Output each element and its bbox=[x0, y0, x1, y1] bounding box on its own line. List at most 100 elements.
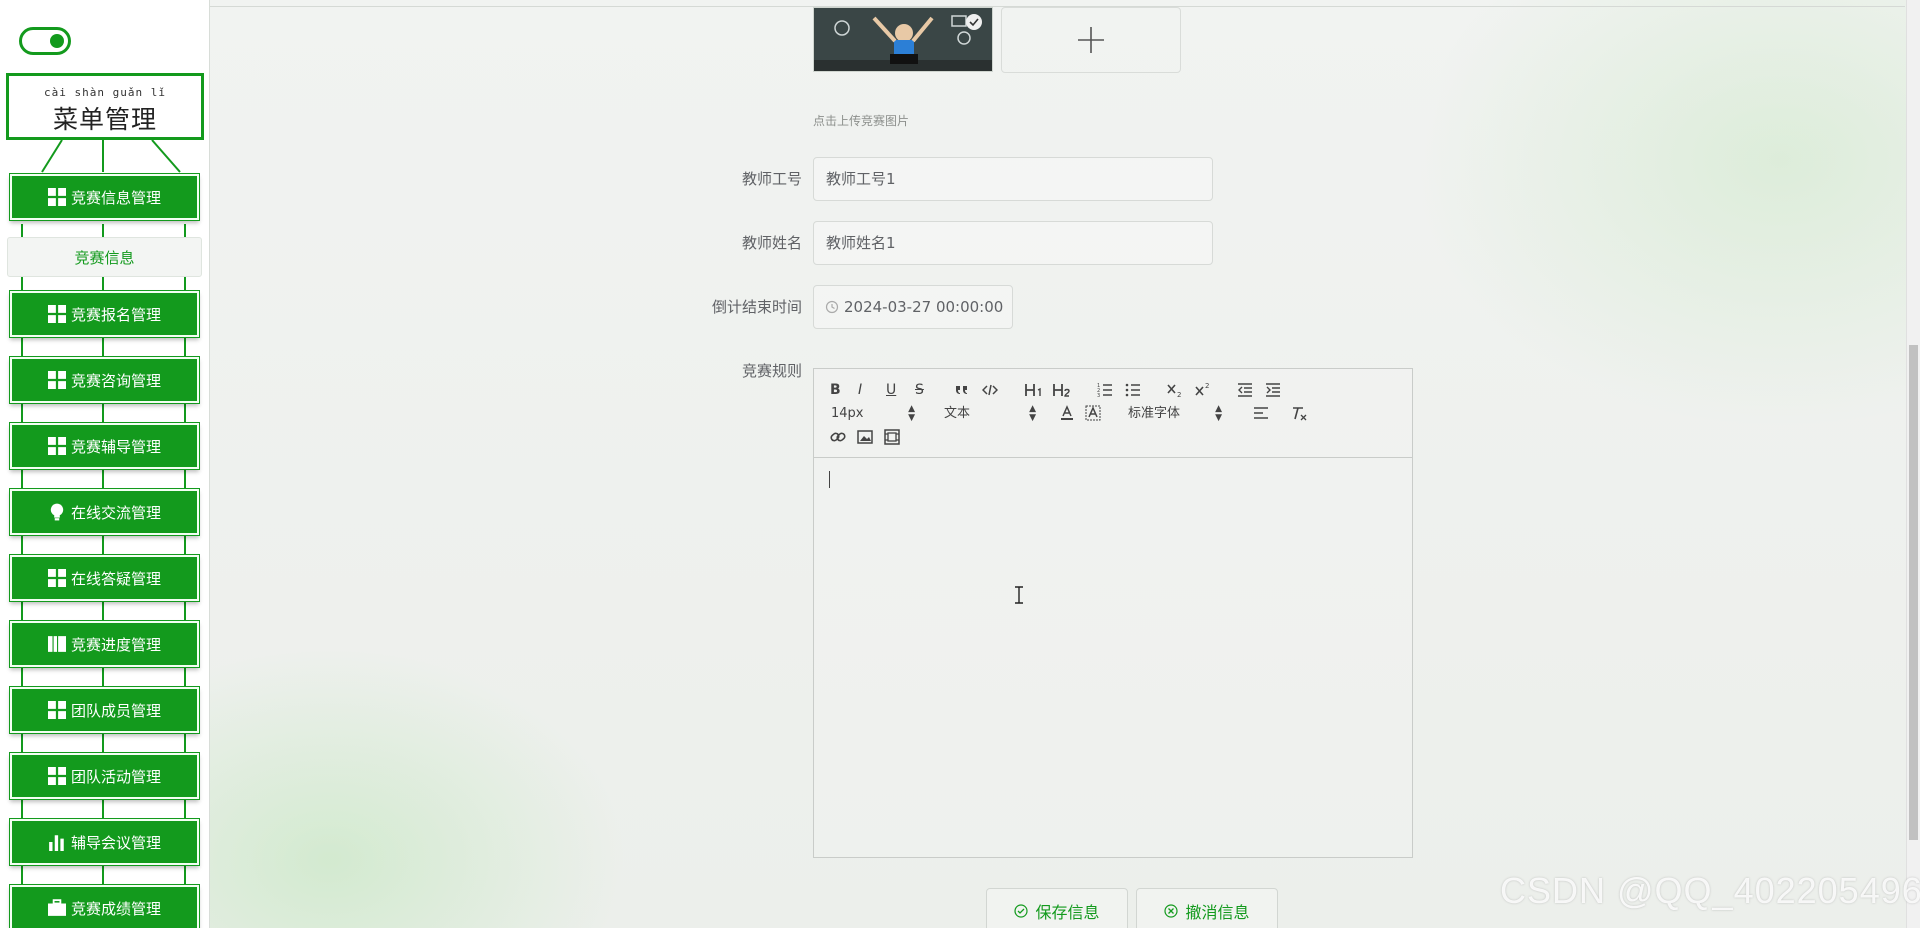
sidebar-item-label: 竞赛成绩管理 bbox=[70, 899, 161, 918]
upload-image-button[interactable] bbox=[1001, 7, 1181, 73]
indent-icon[interactable] bbox=[1265, 382, 1281, 400]
sidebar-item-team-members[interactable]: 团队成员管理 bbox=[10, 687, 199, 733]
ibeam-cursor-icon bbox=[1015, 586, 1023, 604]
editor-toolbar: B I U S 123 2 2 14px ▲ ▼ 文本 ▲ ▼ 标准字体 ▲ ▼ bbox=[814, 369, 1412, 458]
countdown-end-time-picker[interactable]: 2024-03-27 00:00:00 bbox=[813, 285, 1013, 329]
menu-title-connectors bbox=[41, 140, 181, 173]
briefcase-icon bbox=[47, 899, 66, 916]
sidebar-item-progress[interactable]: 竞赛进度管理 bbox=[10, 621, 199, 667]
background-color-icon[interactable] bbox=[1085, 405, 1101, 423]
header-select[interactable]: 文本 ▲ ▼ bbox=[944, 405, 1036, 423]
ordered-list-icon[interactable]: 123 bbox=[1097, 382, 1113, 400]
scrollbar-thumb[interactable] bbox=[1909, 345, 1918, 840]
toggle-knob bbox=[50, 34, 64, 48]
sidebar-item-online-chat[interactable]: 在线交流管理 bbox=[10, 489, 199, 535]
italic-button[interactable]: I bbox=[858, 381, 862, 399]
menu-title: 菜单管理 bbox=[52, 105, 157, 134]
menu-title-sign: cài shàn guǎn lǐ 菜单管理 bbox=[6, 73, 204, 140]
bullet-list-icon[interactable] bbox=[1125, 382, 1141, 400]
grid-icon bbox=[47, 569, 66, 587]
grid-icon bbox=[47, 188, 66, 206]
clock-icon bbox=[825, 300, 839, 314]
cancel-button-label: 撤消信息 bbox=[1185, 903, 1250, 922]
code-block-icon[interactable] bbox=[982, 382, 998, 400]
competition-rules-label: 竞赛规则 bbox=[741, 362, 802, 380]
page-scrollbar[interactable] bbox=[1906, 0, 1920, 928]
font-family-select[interactable]: 标准字体 ▲ ▼ bbox=[1128, 405, 1222, 423]
svg-text:3: 3 bbox=[1097, 393, 1100, 398]
outdent-icon[interactable] bbox=[1237, 382, 1253, 400]
sidebar-item-label: 竞赛咨询管理 bbox=[70, 371, 161, 390]
heading2-icon[interactable] bbox=[1053, 382, 1073, 400]
cancel-button[interactable]: 撤消信息 bbox=[1136, 888, 1278, 928]
grid-icon bbox=[47, 701, 66, 719]
align-icon[interactable] bbox=[1253, 405, 1269, 423]
svg-text:2: 2 bbox=[1177, 391, 1181, 398]
plus-icon bbox=[1078, 27, 1104, 53]
link-icon[interactable] bbox=[830, 429, 846, 447]
save-button-label: 保存信息 bbox=[1035, 903, 1100, 922]
sidebar-item-tutoring[interactable]: 竞赛辅导管理 bbox=[10, 423, 199, 469]
select-arrows-icon: ▲ ▼ bbox=[1215, 404, 1222, 423]
bulb-icon bbox=[50, 503, 64, 521]
sidebar-item-meetings[interactable]: 辅导会议管理 bbox=[10, 819, 199, 865]
book-icon bbox=[47, 636, 66, 652]
sidebar-item-online-qa[interactable]: 在线答疑管理 bbox=[10, 555, 199, 601]
grid-icon bbox=[47, 371, 66, 389]
sidebar-item-label: 竞赛辅导管理 bbox=[70, 437, 161, 456]
grid-icon bbox=[47, 305, 66, 323]
sidebar-item-competition-info[interactable]: 竞赛信息管理 bbox=[10, 174, 199, 220]
save-button[interactable]: 保存信息 bbox=[986, 888, 1128, 928]
sidebar-toggle-switch[interactable] bbox=[19, 27, 71, 55]
check-circle-icon bbox=[1014, 904, 1029, 918]
blockquote-icon[interactable] bbox=[954, 382, 970, 400]
superscript-icon[interactable]: 2 bbox=[1195, 382, 1211, 400]
sidebar-item-label: 在线答疑管理 bbox=[70, 569, 161, 588]
upload-hint: 点击上传竞赛图片 bbox=[813, 114, 910, 128]
header-select-value: 文本 bbox=[944, 406, 971, 421]
grid-icon bbox=[47, 437, 66, 455]
teacher-name-input[interactable]: 教师姓名1 bbox=[813, 221, 1213, 265]
heading1-icon[interactable] bbox=[1025, 382, 1045, 400]
select-arrows-icon: ▲ ▼ bbox=[1029, 404, 1036, 423]
font-size-select[interactable]: 14px ▲ ▼ bbox=[831, 405, 915, 423]
sidebar-item-label: 在线交流管理 bbox=[70, 503, 161, 522]
underline-button[interactable]: U bbox=[886, 381, 896, 399]
font-size-value: 14px bbox=[831, 406, 864, 421]
image-icon[interactable] bbox=[857, 429, 873, 447]
competition-image-thumbnail[interactable] bbox=[813, 7, 993, 72]
grid-icon bbox=[47, 767, 66, 785]
rich-text-editor: B I U S 123 2 2 14px ▲ ▼ 文本 ▲ ▼ 标准字体 ▲ ▼ bbox=[813, 368, 1413, 858]
clear-format-icon[interactable] bbox=[1291, 405, 1307, 423]
sidebar-item-label: 竞赛信息管理 bbox=[70, 188, 161, 207]
sidebar-subitem-label: 竞赛信息 bbox=[74, 248, 135, 267]
sidebar-item-label: 团队活动管理 bbox=[70, 767, 161, 786]
bar-chart-icon bbox=[49, 835, 64, 851]
sidebar-item-registration[interactable]: 竞赛报名管理 bbox=[10, 291, 199, 337]
editor-content-area[interactable] bbox=[814, 459, 1412, 857]
sidebar-item-label: 团队成员管理 bbox=[70, 701, 161, 720]
close-circle-icon bbox=[1164, 904, 1179, 918]
bold-button[interactable]: B bbox=[830, 381, 841, 399]
svg-text:2: 2 bbox=[1205, 382, 1209, 390]
countdown-end-time-value: 2024-03-27 00:00:00 bbox=[844, 298, 1004, 316]
sidebar-item-consultation[interactable]: 竞赛咨询管理 bbox=[10, 357, 199, 403]
sidebar-item-label: 辅导会议管理 bbox=[70, 833, 161, 852]
teacher-id-input[interactable]: 教师工号1 bbox=[813, 157, 1213, 201]
watermark: CSDN @QQ_402205496 bbox=[1500, 870, 1920, 911]
select-arrows-icon: ▲ ▼ bbox=[908, 404, 915, 423]
uploaded-image bbox=[814, 8, 992, 71]
sidebar-item-label: 竞赛进度管理 bbox=[70, 635, 161, 654]
sidebar-subitem-competition-info[interactable]: 竞赛信息 bbox=[7, 237, 202, 277]
subscript-icon[interactable]: 2 bbox=[1167, 382, 1183, 400]
font-color-icon[interactable] bbox=[1059, 405, 1075, 423]
strike-button[interactable]: S bbox=[915, 381, 924, 399]
video-icon[interactable] bbox=[884, 429, 900, 447]
sidebar-item-label: 竞赛报名管理 bbox=[70, 305, 161, 324]
sidebar-item-team-activities[interactable]: 团队活动管理 bbox=[10, 753, 199, 799]
menu-title-pinyin: cài shàn guǎn lǐ bbox=[44, 86, 166, 99]
teacher-id-label: 教师工号 bbox=[741, 170, 802, 188]
sidebar-item-scores[interactable]: 竞赛成绩管理 bbox=[10, 885, 199, 928]
font-family-value: 标准字体 bbox=[1128, 406, 1181, 421]
countdown-end-time-label: 倒计结束时间 bbox=[711, 298, 802, 316]
